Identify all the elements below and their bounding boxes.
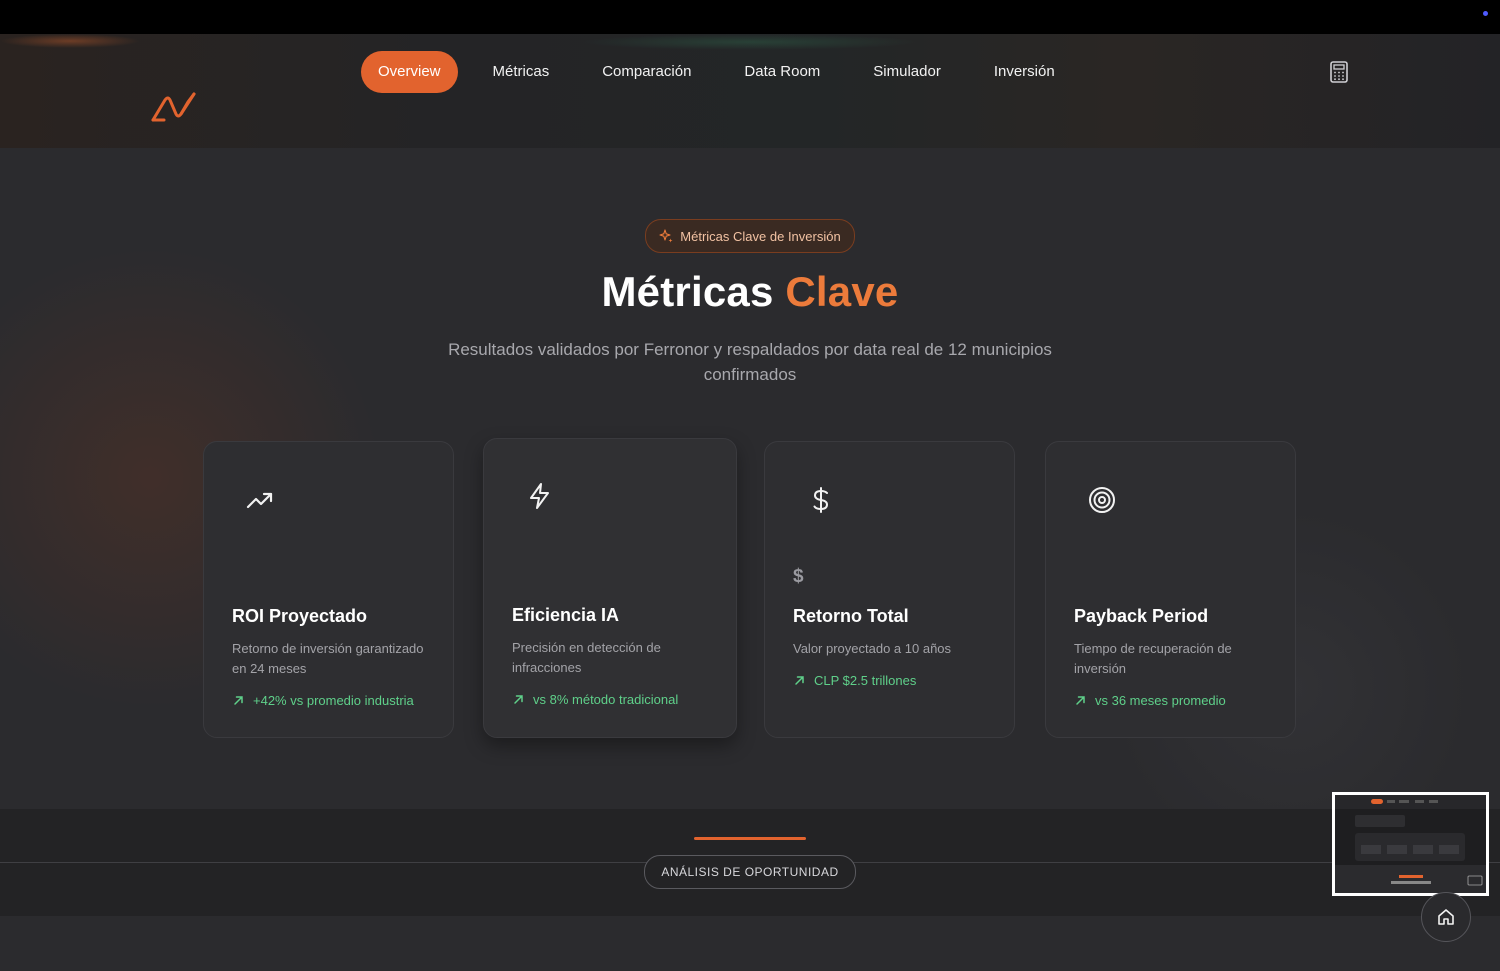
metric-card-description: Precisión en detección de infracciones [512,640,661,675]
section-badge: Métricas Clave de Inversión [645,219,855,253]
trending-up-icon [246,492,273,509]
dollar-icon [813,487,829,513]
metric-card-trend: vs 36 meses promedio [1074,693,1226,708]
metric-card-description: Tiempo de recuperación de inversión [1074,641,1232,676]
metric-card-payback: Payback Period Tiempo de recuperación de… [1045,441,1296,738]
metric-card-trend: vs 8% método tradicional [512,692,678,707]
page-title: Métricas Clave [0,268,1500,316]
calculator-icon[interactable] [1329,61,1349,83]
section-label-pill: ANÁLISIS DE OPORTUNIDAD [644,855,856,889]
metric-card-trend-label: CLP $2.5 trillones [814,673,917,688]
page-subtitle: Resultados validados por Ferronor y resp… [448,340,1052,384]
metric-card-trend-label: vs 8% método tradicional [533,692,679,707]
nav-item-comparacion[interactable]: Comparación [585,51,708,93]
nav-item-data-room[interactable]: Data Room [727,51,837,93]
metric-card-trend-label: vs 36 meses promedio [1095,693,1226,708]
nav-item-metricas[interactable]: Métricas [476,51,567,93]
page-title-accent: Clave [785,268,899,315]
metric-card-description: Retorno de inversión garantizado en 24 m… [232,641,424,676]
metric-card-title: ROI Proyectado [232,606,368,626]
nav-menu: Overview Métricas Comparación Data Room … [361,51,1072,93]
preview-image [1335,795,1486,893]
arrow-up-right-icon [795,676,804,685]
arrow-up-right-icon [514,695,523,704]
metric-card-title: Payback Period [1074,606,1209,626]
main-navbar: Overview Métricas Comparación Data Room … [0,34,1500,148]
metric-card-trend: +42% vs promedio industria [232,693,414,708]
metric-card-value: $ [793,566,804,587]
nav-item-simulador[interactable]: Simulador [856,51,958,93]
navbar-glow-left [0,34,140,48]
target-icon [1089,487,1115,513]
home-icon [1438,909,1454,925]
page-bottom [0,916,1500,971]
metric-card-trend-label: +42% vs promedio industria [253,693,414,708]
metric-card-title: Eficiencia IA [512,605,620,625]
metric-card-roi: ROI Proyectado Retorno de inversión gara… [203,441,454,738]
page-title-main: Métricas [601,268,774,315]
section-badge-label: Métricas Clave de Inversión [680,228,841,244]
section-accent-bar [694,837,806,840]
nav-item-inversion[interactable]: Inversión [977,51,1072,93]
brand-logo-icon[interactable] [150,90,198,124]
arrow-up-right-icon [1076,696,1085,705]
metric-card-eficiencia: Eficiencia IA Precisión en detección de … [483,438,737,738]
metric-card-description: Valor proyectado a 10 años [793,641,952,656]
navbar-glow-middle [580,34,920,50]
lightning-icon [530,483,549,509]
sparkles-icon [659,229,673,243]
opportunity-section: ANÁLISIS DE OPORTUNIDAD [0,809,1500,916]
home-button[interactable] [1421,892,1471,942]
metric-card-retorno: $ Retorno Total Valor proyectado a 10 añ… [764,441,1015,738]
system-top-bar [0,0,1500,34]
arrow-up-right-icon [234,696,243,705]
page-preview-thumbnail[interactable] [1332,792,1489,896]
metric-card-trend: CLP $2.5 trillones [793,673,916,688]
status-dot [1483,11,1488,16]
nav-item-overview[interactable]: Overview [361,51,458,93]
metric-card-title: Retorno Total [793,606,909,626]
